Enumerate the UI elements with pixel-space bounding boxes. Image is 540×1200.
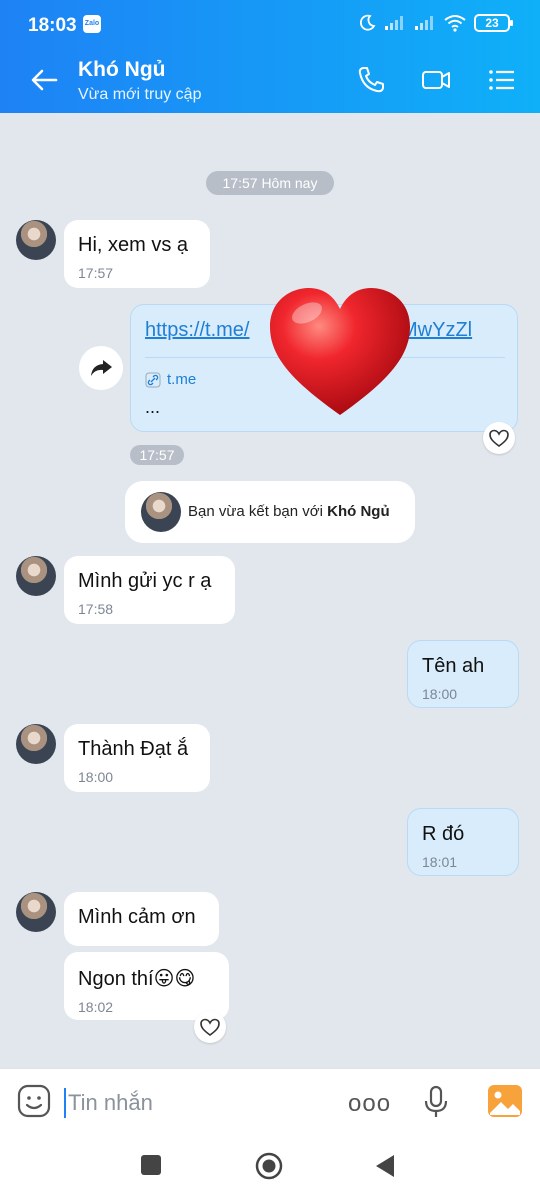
signal-icon: [415, 16, 433, 30]
message-bubble[interactable]: Mình gửi yc r ạ 17:58: [64, 556, 235, 624]
status-bar: 18:03 Zalo 23: [0, 0, 540, 50]
image-icon[interactable]: [487, 1084, 523, 1118]
text-caret: [64, 1088, 66, 1118]
avatar[interactable]: [16, 892, 56, 932]
message-text: Mình gửi yc r ạ: [78, 570, 212, 592]
menu-list-icon[interactable]: [486, 64, 518, 96]
avatar[interactable]: [16, 724, 56, 764]
phone-icon[interactable]: [355, 64, 387, 96]
message-time: 17:57: [78, 265, 114, 281]
home-icon[interactable]: [255, 1152, 283, 1180]
microphone-icon[interactable]: [420, 1084, 452, 1120]
avatar[interactable]: [16, 556, 56, 596]
message-bubble[interactable]: Mình cảm ơn: [64, 892, 219, 946]
recents-icon[interactable]: [140, 1154, 162, 1176]
message-bubble[interactable]: Ngon thí😛😋 18:02: [64, 952, 229, 1020]
avatar: [141, 492, 181, 532]
my-message-bubble[interactable]: Tên ah 18:00: [407, 640, 519, 708]
link-url-start[interactable]: https://t.me/: [145, 319, 249, 342]
message-text: R đó: [422, 823, 465, 845]
message-time: 17:58: [78, 601, 114, 617]
message-time: 18:00: [422, 686, 458, 702]
status-time: 18:03: [28, 15, 77, 36]
message-text: Ngon thí😛😋: [78, 968, 196, 990]
share-button[interactable]: [79, 346, 123, 390]
message-input[interactable]: Tin nhắn: [68, 1090, 153, 1116]
wifi-icon: [444, 15, 466, 32]
link-description: ...: [145, 397, 161, 417]
my-message-bubble[interactable]: R đó 18:01: [407, 808, 519, 876]
status-icons: 23: [358, 14, 513, 32]
friend-added-notice: Bạn vừa kết bạn với Khó Ngủ: [125, 481, 415, 543]
message-text: Tên ah: [422, 655, 485, 677]
avatar[interactable]: [16, 220, 56, 260]
link-domain-text: t.me: [167, 371, 197, 388]
sticker-icon[interactable]: [16, 1083, 52, 1119]
back-arrow-icon[interactable]: [26, 62, 62, 98]
message-text: Mình cảm ơn: [78, 906, 196, 928]
friend-added-text: Bạn vừa kết bạn với Khó Ngủ: [188, 503, 390, 520]
message-bubble[interactable]: Thành Đạt ắ 18:00: [64, 724, 210, 792]
message-bubble[interactable]: Hi, xem vs ạ 17:57: [64, 220, 210, 288]
heart-emoji-icon: [270, 288, 410, 415]
react-button[interactable]: [194, 1011, 226, 1043]
moon-icon: [359, 14, 376, 31]
heart-outline-icon: [200, 1018, 220, 1036]
heart-outline-icon: [489, 429, 509, 447]
date-divider: 17:57 Hôm nay: [206, 171, 334, 195]
video-icon[interactable]: [420, 64, 452, 96]
message-text: Hi, xem vs ạ: [78, 234, 189, 256]
chat-header: 18:03 Zalo 23 Khó Ngủ Vừa mới truy cập: [0, 0, 540, 113]
message-text: Thành Đạt ắ: [78, 738, 189, 760]
battery-icon: 23: [474, 14, 513, 32]
more-options-icon[interactable]: ooo: [348, 1090, 391, 1118]
message-list[interactable]: 17:57 Hôm nay Hi, xem vs ạ 17:57 https:/…: [0, 113, 540, 1068]
react-button[interactable]: [483, 422, 515, 454]
link-domain[interactable]: t.me: [145, 371, 196, 388]
share-icon: [91, 360, 112, 376]
signal-icon: [385, 16, 403, 30]
back-nav-icon[interactable]: [373, 1153, 397, 1179]
link-icon: [145, 372, 161, 387]
system-nav-bar: [0, 1138, 540, 1200]
message-time: 18:00: [78, 769, 114, 785]
message-time: 18:01: [422, 854, 458, 870]
contact-status: Vừa mới truy cập: [78, 86, 202, 103]
link-time: 17:57: [130, 445, 184, 465]
zalo-notification-icon: Zalo: [83, 15, 101, 33]
contact-name[interactable]: Khó Ngủ: [78, 58, 165, 82]
